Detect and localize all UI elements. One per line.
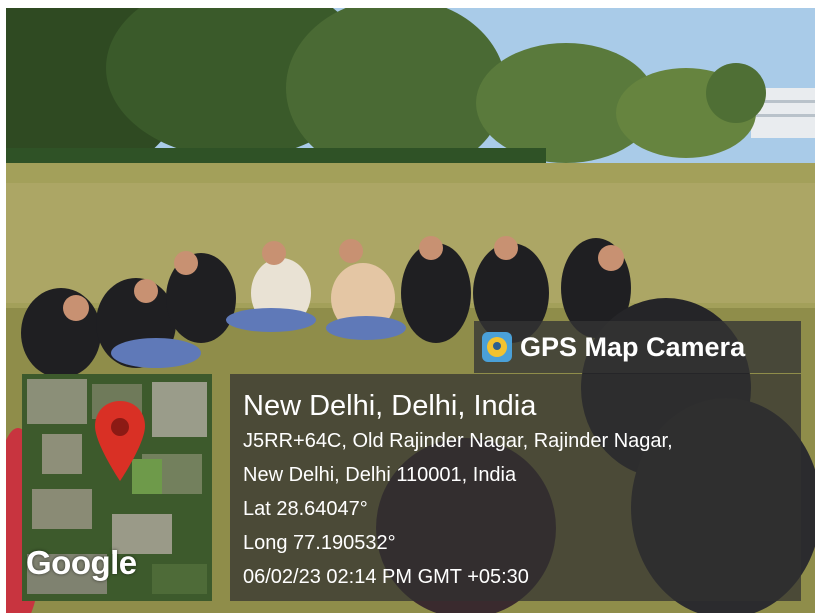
latitude: Lat 28.64047°	[243, 498, 368, 520]
map-provider-logo: Google	[26, 544, 137, 581]
longitude: Long 77.190532°	[243, 532, 396, 554]
address-line-2: New Delhi, Delhi 110001, India	[243, 464, 517, 486]
map-pin-icon	[95, 401, 145, 481]
gps-map-camera-app-icon	[482, 332, 512, 362]
place-name: New Delhi, Delhi, India	[243, 390, 537, 422]
location-info-panel: New Delhi, Delhi, India J5RR+64C, Old Ra…	[230, 374, 801, 601]
map-thumbnail: Google	[22, 374, 212, 601]
app-badge-label: GPS Map Camera	[520, 331, 746, 362]
timestamp: 06/02/23 02:14 PM GMT +05:30	[243, 566, 529, 588]
app-badge: GPS Map Camera	[474, 321, 801, 373]
address-line-1: J5RR+64C, Old Rajinder Nagar, Rajinder N…	[243, 430, 673, 452]
